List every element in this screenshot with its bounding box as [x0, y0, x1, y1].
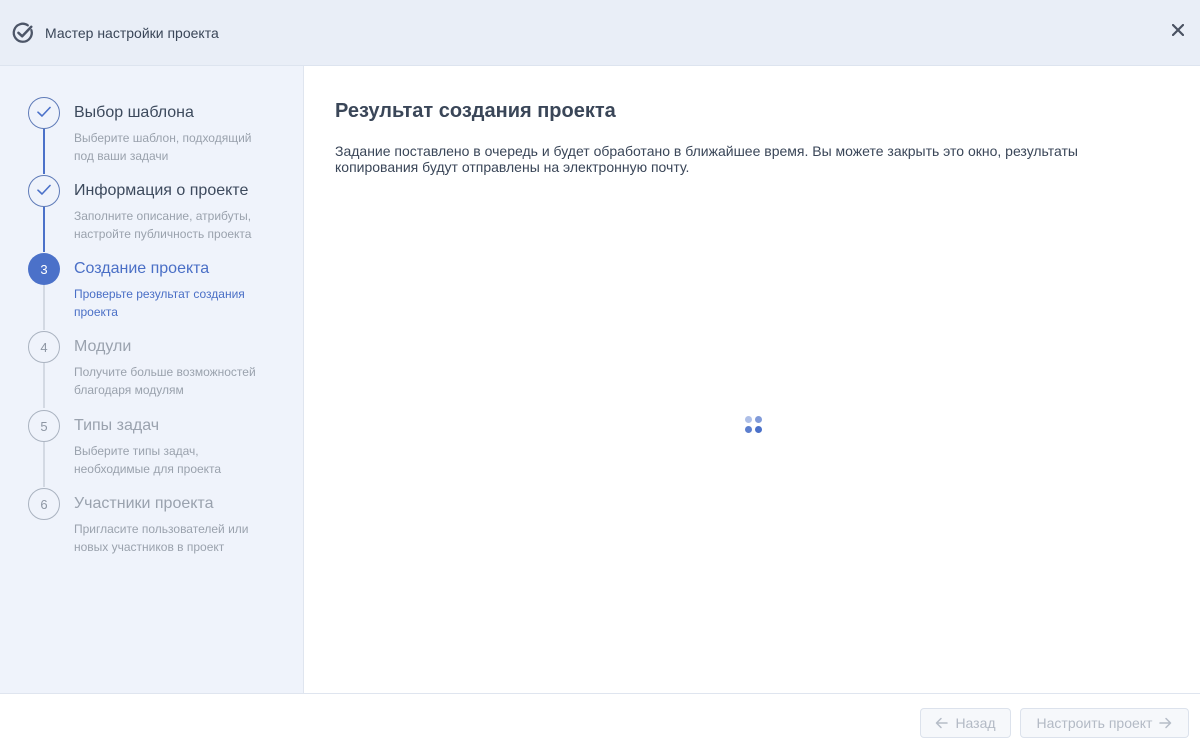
wizard-title: Мастер настройки проекта: [45, 25, 219, 41]
step-description: Получите больше возможностей благодаря м…: [74, 365, 256, 397]
wizard-header: Мастер настройки проекта: [0, 0, 1200, 66]
status-message: Задание поставлено в очередь и будет обр…: [335, 143, 1078, 175]
step-description: Проверьте результат создания проекта: [74, 287, 245, 319]
close-button[interactable]: [1168, 22, 1188, 42]
step-connector: [43, 442, 45, 487]
step-1-circle: [28, 97, 60, 129]
step-task-types[interactable]: 5 Типы задач Выберите типы задач, необхо…: [0, 410, 304, 488]
step-title: Информация о проекте: [74, 182, 249, 199]
step-connector: [43, 129, 45, 174]
step-modules[interactable]: 4 Модули Получите больше возможностей бл…: [0, 331, 304, 409]
spinner-dot: [745, 426, 752, 433]
step-connector: [43, 207, 45, 252]
step-title: Участники проекта: [74, 495, 214, 512]
wizard-content: Результат создания проекта Задание поста…: [305, 66, 1200, 693]
step-2-circle: [28, 175, 60, 207]
configure-project-button[interactable]: Настроить проект: [1020, 708, 1189, 738]
step-project-creation[interactable]: 3 Создание проекта Проверьте результат с…: [0, 253, 304, 331]
checkmark-icon: [37, 106, 51, 121]
step-title: Выбор шаблона: [74, 104, 194, 121]
spinner-dot: [755, 426, 762, 433]
step-6-circle: 6: [28, 488, 60, 520]
back-button[interactable]: Назад: [920, 708, 1011, 738]
step-description: Пригласите пользователей или новых участ…: [74, 522, 249, 554]
step-4-circle: 4: [28, 331, 60, 363]
step-title: Модули: [74, 338, 132, 355]
step-title: Создание проекта: [74, 260, 210, 277]
step-project-members[interactable]: 6 Участники проекта Пригласите пользоват…: [0, 488, 304, 566]
back-button-label: Назад: [955, 715, 996, 731]
step-project-info[interactable]: Информация о проекте Заполните описание,…: [0, 175, 304, 253]
close-icon[interactable]: [1171, 23, 1185, 41]
checkmark-icon: [37, 184, 51, 199]
step-description: Выберите типы задач, необходимые для про…: [74, 444, 222, 476]
wizard-footer: Назад Настроить проект: [0, 693, 1200, 749]
arrow-left-icon: [935, 717, 949, 729]
step-3-circle: 3: [28, 253, 60, 285]
step-title: Типы задач: [74, 417, 160, 434]
configure-project-button-label: Настроить проект: [1036, 715, 1153, 731]
step-connector: [43, 285, 45, 330]
checkmark-circle-icon: [11, 21, 35, 45]
step-template-selection[interactable]: Выбор шаблона Выберите шаблон, подходящи…: [0, 97, 304, 175]
arrow-right-icon: [1159, 717, 1172, 729]
step-connector: [43, 363, 45, 408]
spinner-dot: [745, 416, 752, 423]
loading-spinner-icon: [745, 416, 763, 434]
step-5-circle: 5: [28, 410, 60, 442]
step-description: Выберите шаблон, подходящий под ваши зад…: [74, 131, 252, 163]
step-description: Заполните описание, атрибуты, настройте …: [74, 209, 252, 241]
wizard-steps-sidebar: Выбор шаблона Выберите шаблон, подходящи…: [0, 66, 304, 693]
page-title: Результат создания проекта: [335, 100, 616, 122]
spinner-dot: [755, 416, 762, 423]
